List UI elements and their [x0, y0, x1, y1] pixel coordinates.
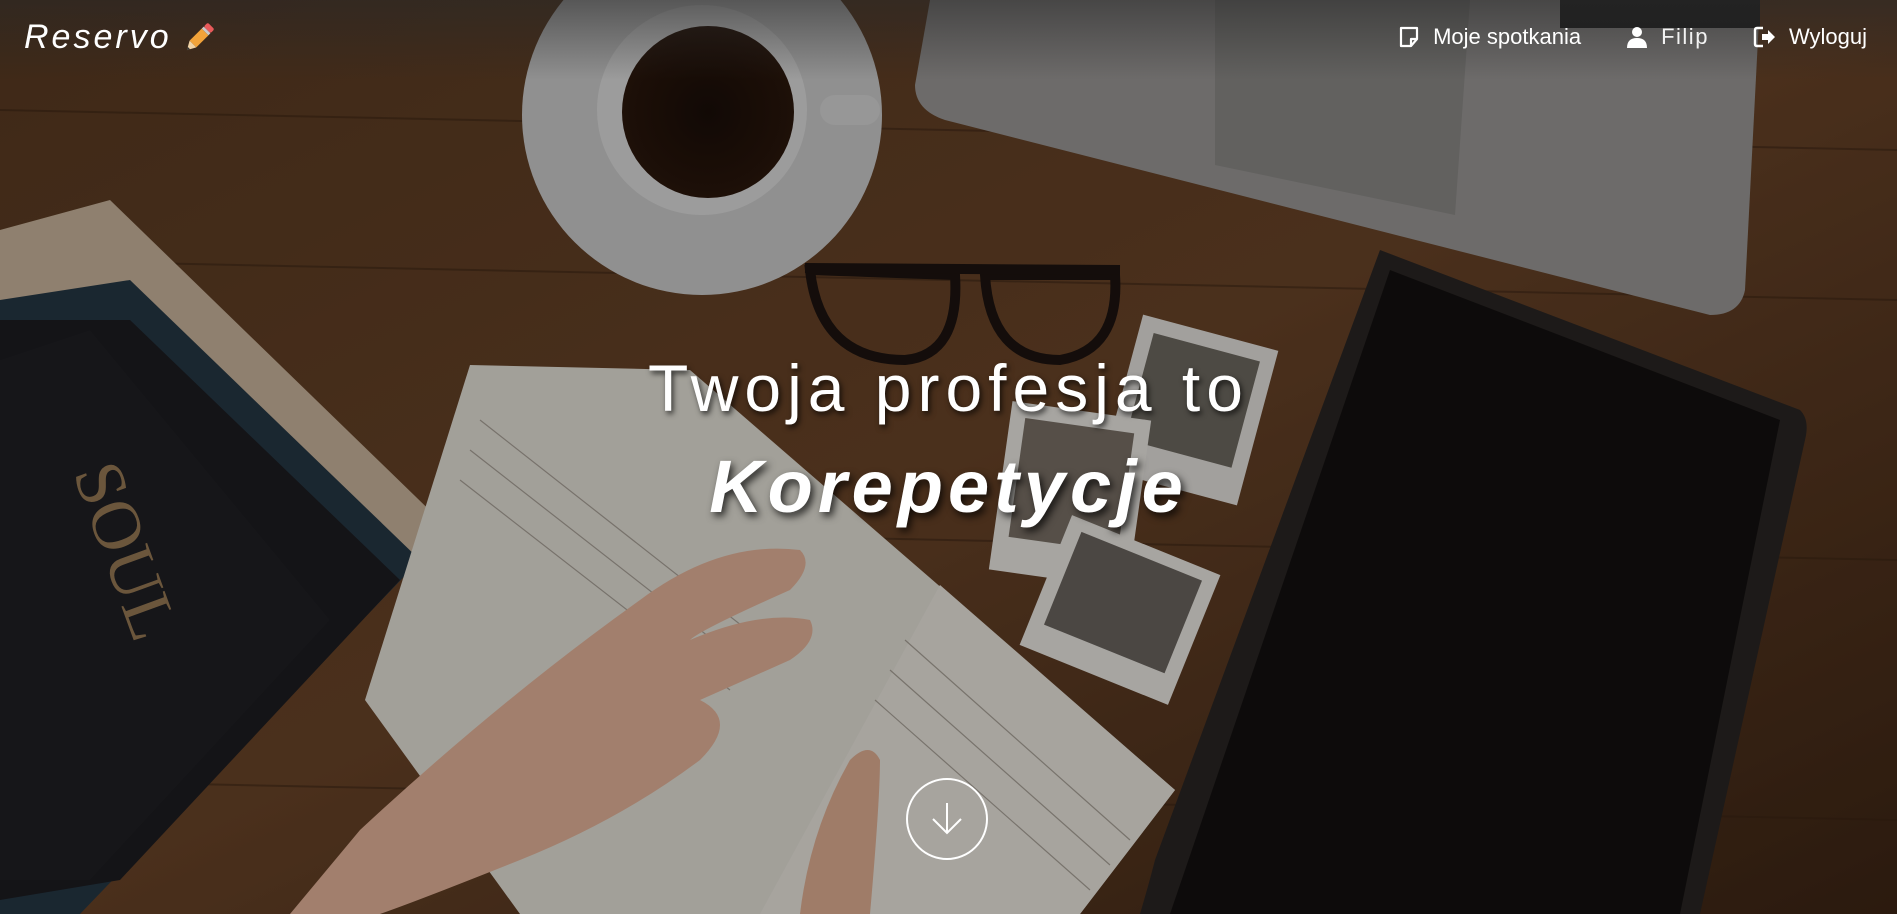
logout-icon — [1753, 26, 1775, 48]
nav-my-meetings-label: Moje spotkania — [1433, 24, 1582, 49]
nav-user-link[interactable]: Filip — [1625, 24, 1709, 50]
nav-logout-link[interactable]: Wyloguj — [1753, 24, 1867, 50]
hero-headline: Twoja profesja to Korepetycje — [0, 350, 1897, 529]
note-icon — [1400, 26, 1419, 48]
arrow-down-icon — [932, 803, 962, 835]
pencil-icon — [186, 22, 214, 50]
hero-section: SOUL Reservo Moje spotkania Filip Wylogu… — [0, 0, 1897, 914]
navbar: Reservo Moje spotkania Filip Wyloguj — [0, 0, 1897, 80]
user-icon — [1627, 27, 1648, 48]
brand-logo-link[interactable]: Reservo — [24, 18, 218, 57]
nav-my-meetings-link[interactable]: Moje spotkania — [1397, 24, 1581, 50]
nav-user-label: Filip — [1661, 24, 1709, 49]
headline-title: Korepetycje — [709, 445, 1188, 528]
scroll-down-button[interactable] — [906, 778, 988, 860]
nav-logout-label: Wyloguj — [1788, 24, 1867, 49]
brand-name: Reservo — [24, 18, 172, 56]
nav-links: Moje spotkania Filip Wyloguj — [1397, 24, 1867, 50]
headline-subtitle: Twoja profesja to — [648, 351, 1249, 425]
